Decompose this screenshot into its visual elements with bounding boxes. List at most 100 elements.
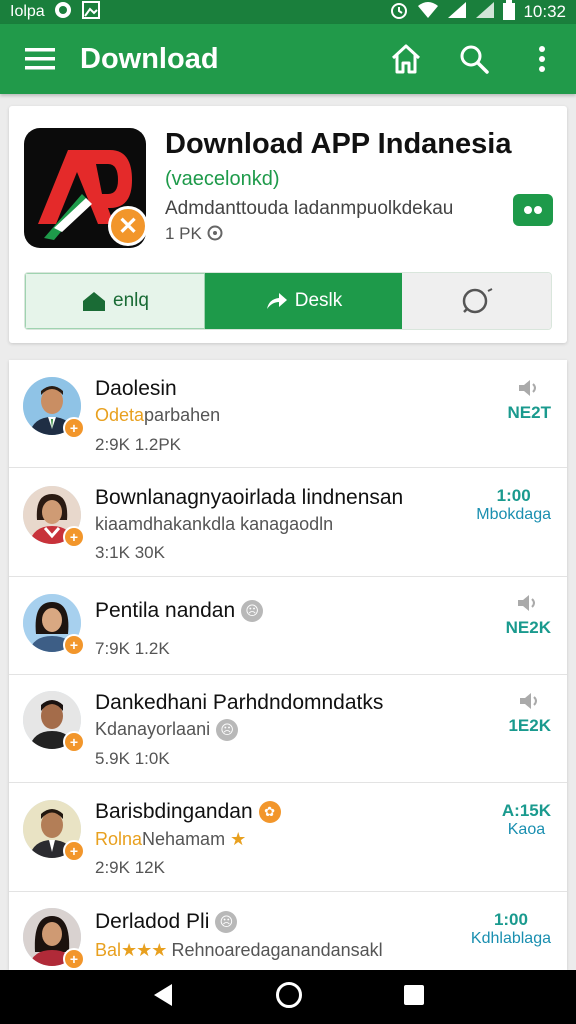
chat-icon [524,206,542,214]
item-right: A:15K Kaoa [502,801,551,839]
list-item[interactable]: + Daolesin Odetaparbahen 2:9K 1.2PK NE2T [9,360,567,468]
search-icon [460,45,489,74]
app-card: ✕ Download APP Indanesia (vaecelonkd) Ad… [9,106,567,343]
item-right: NE2K [506,593,551,638]
app-size: 1 PK [165,224,223,244]
item-name-row: Pentila nandan ☹ [95,599,264,623]
avatar: + [23,377,85,439]
item-stats: 2:9K 12K [95,858,165,877]
speaker-icon [519,380,537,396]
item-subtitle-row: Kdanayorlaani ☹ [95,719,239,742]
badge-icon: + [63,948,85,970]
more-vert-icon [539,46,545,72]
item-right: 1:00 Kdhlablaga [471,910,551,948]
menu-button[interactable] [0,24,80,94]
app-bar: Download [0,24,576,94]
segment-home-label: enlq [113,290,149,311]
more-options-button[interactable] [508,24,576,94]
segment-share-label: Deslk [294,290,343,311]
home-icon [83,292,106,311]
battery-icon [503,0,516,25]
system-nav-bar [0,970,576,1024]
sync-icon [53,0,73,25]
item-count: 1E2K [508,716,551,735]
app-subtitle: (vaecelonkd) [165,168,280,190]
item-time: 1:00 [496,486,531,505]
recents-button[interactable] [402,983,426,1012]
avatar: + [23,486,85,548]
segmented-control: enlq Deslk [24,272,552,330]
app-title: Download APP Indanesia [165,128,512,160]
wifi-icon [417,1,439,24]
item-subtitle: Odetaparbahen [95,405,220,426]
chat-button[interactable] [513,194,553,226]
list-item[interactable]: + Dankedhani Parhdndomndatks Kdanayorlaa… [9,675,567,783]
item-right: 1E2K [508,691,551,736]
segment-chat[interactable] [402,273,551,329]
info-icon [207,225,223,241]
badge-icon: + [63,731,85,753]
item-name: Bownlanagnyaoirlada lindnensan [95,486,404,509]
item-subtitle: Bal★★★ Rehnoaredaganandansakl [95,940,383,961]
signal-icon-2 [475,1,495,24]
avatar: + [23,594,85,656]
item-count: A:15K [501,801,551,820]
list-item[interactable]: + Bownlanagnyaoirlada lindnensan kiaamdh… [9,468,567,577]
item-subtitle-highlight: Odeta [95,405,145,425]
emoji-icon: ☹ [215,911,238,934]
badge-icon: + [63,634,85,656]
item-stats: 2:9K 1.2PK [95,435,182,454]
item-right: 1:00 Mbokdaga [476,486,551,524]
list-item[interactable]: + Barisbdingandan ✿ RolnaNehamam ★ 2:9K 1… [9,783,567,892]
badge-icon: + [63,526,85,548]
item-label: Kdhlablaga [470,930,551,947]
item-name-row: Barisbdingandan ✿ [95,800,281,824]
alarm-icon [389,0,409,25]
share-icon [266,293,287,309]
item-subtitle-highlight: Rolna [95,829,143,849]
flower-icon: ✿ [258,801,281,824]
segment-home[interactable]: enlq [25,273,205,329]
item-list: + Daolesin Odetaparbahen 2:9K 1.2PK NE2T… [9,360,567,970]
item-name: Derladod Pli [95,910,210,933]
avatar: + [23,908,85,970]
home-button[interactable] [372,24,440,94]
item-stats: 3:1K 30K [95,543,165,562]
avatar: + [23,691,85,753]
segment-share[interactable]: Deslk [205,273,402,329]
clock: 10:32 [523,2,566,21]
carrier-label: Iolpa [10,3,45,20]
home-nav-button[interactable] [275,981,303,1014]
emoji-icon: ☹ [216,719,239,742]
star-icon: ★ [230,829,246,849]
item-time: 1:00 [493,910,528,929]
item-count: NE2T [507,403,551,422]
avatar: + [23,800,85,862]
menu-icon [25,48,55,70]
search-button[interactable] [440,24,508,94]
item-stats: 5.9K 1:0K [95,749,170,768]
badge-icon: + [63,840,85,862]
badge-icon: + [63,417,85,439]
item-right: NE2T [508,378,551,423]
home-icon [391,44,421,74]
item-name-row: Derladod Pli ☹ [95,910,238,934]
app-size-text: 1 PK [165,224,202,243]
app-description: Admdanttouda ladanmpuolkdekau [165,198,454,219]
item-subtitle: Kdanayorlaani [95,719,211,739]
item-stats: 7:9K 1.2K [95,639,170,658]
signal-icon [447,1,467,24]
page-title: Download [80,42,219,75]
item-name: Pentila nandan [95,599,236,622]
speaker-icon [519,693,537,709]
item-subtitle-highlight: Bal [95,940,122,960]
back-button[interactable] [150,982,176,1013]
emoji-icon: ☹ [241,600,264,623]
item-name: Daolesin [95,377,177,400]
item-label: Mbokdaga [476,506,551,523]
speaker-icon [518,595,536,611]
rating-stars-icon: ★★★ [121,940,167,960]
list-item[interactable]: + Pentila nandan ☹ 7:9K 1.2K NE2K [9,577,567,675]
chat-bubble-icon [462,288,492,314]
list-item[interactable]: + Derladod Pli ☹ Bal★★★ Rehnoaredagananda… [9,892,567,970]
